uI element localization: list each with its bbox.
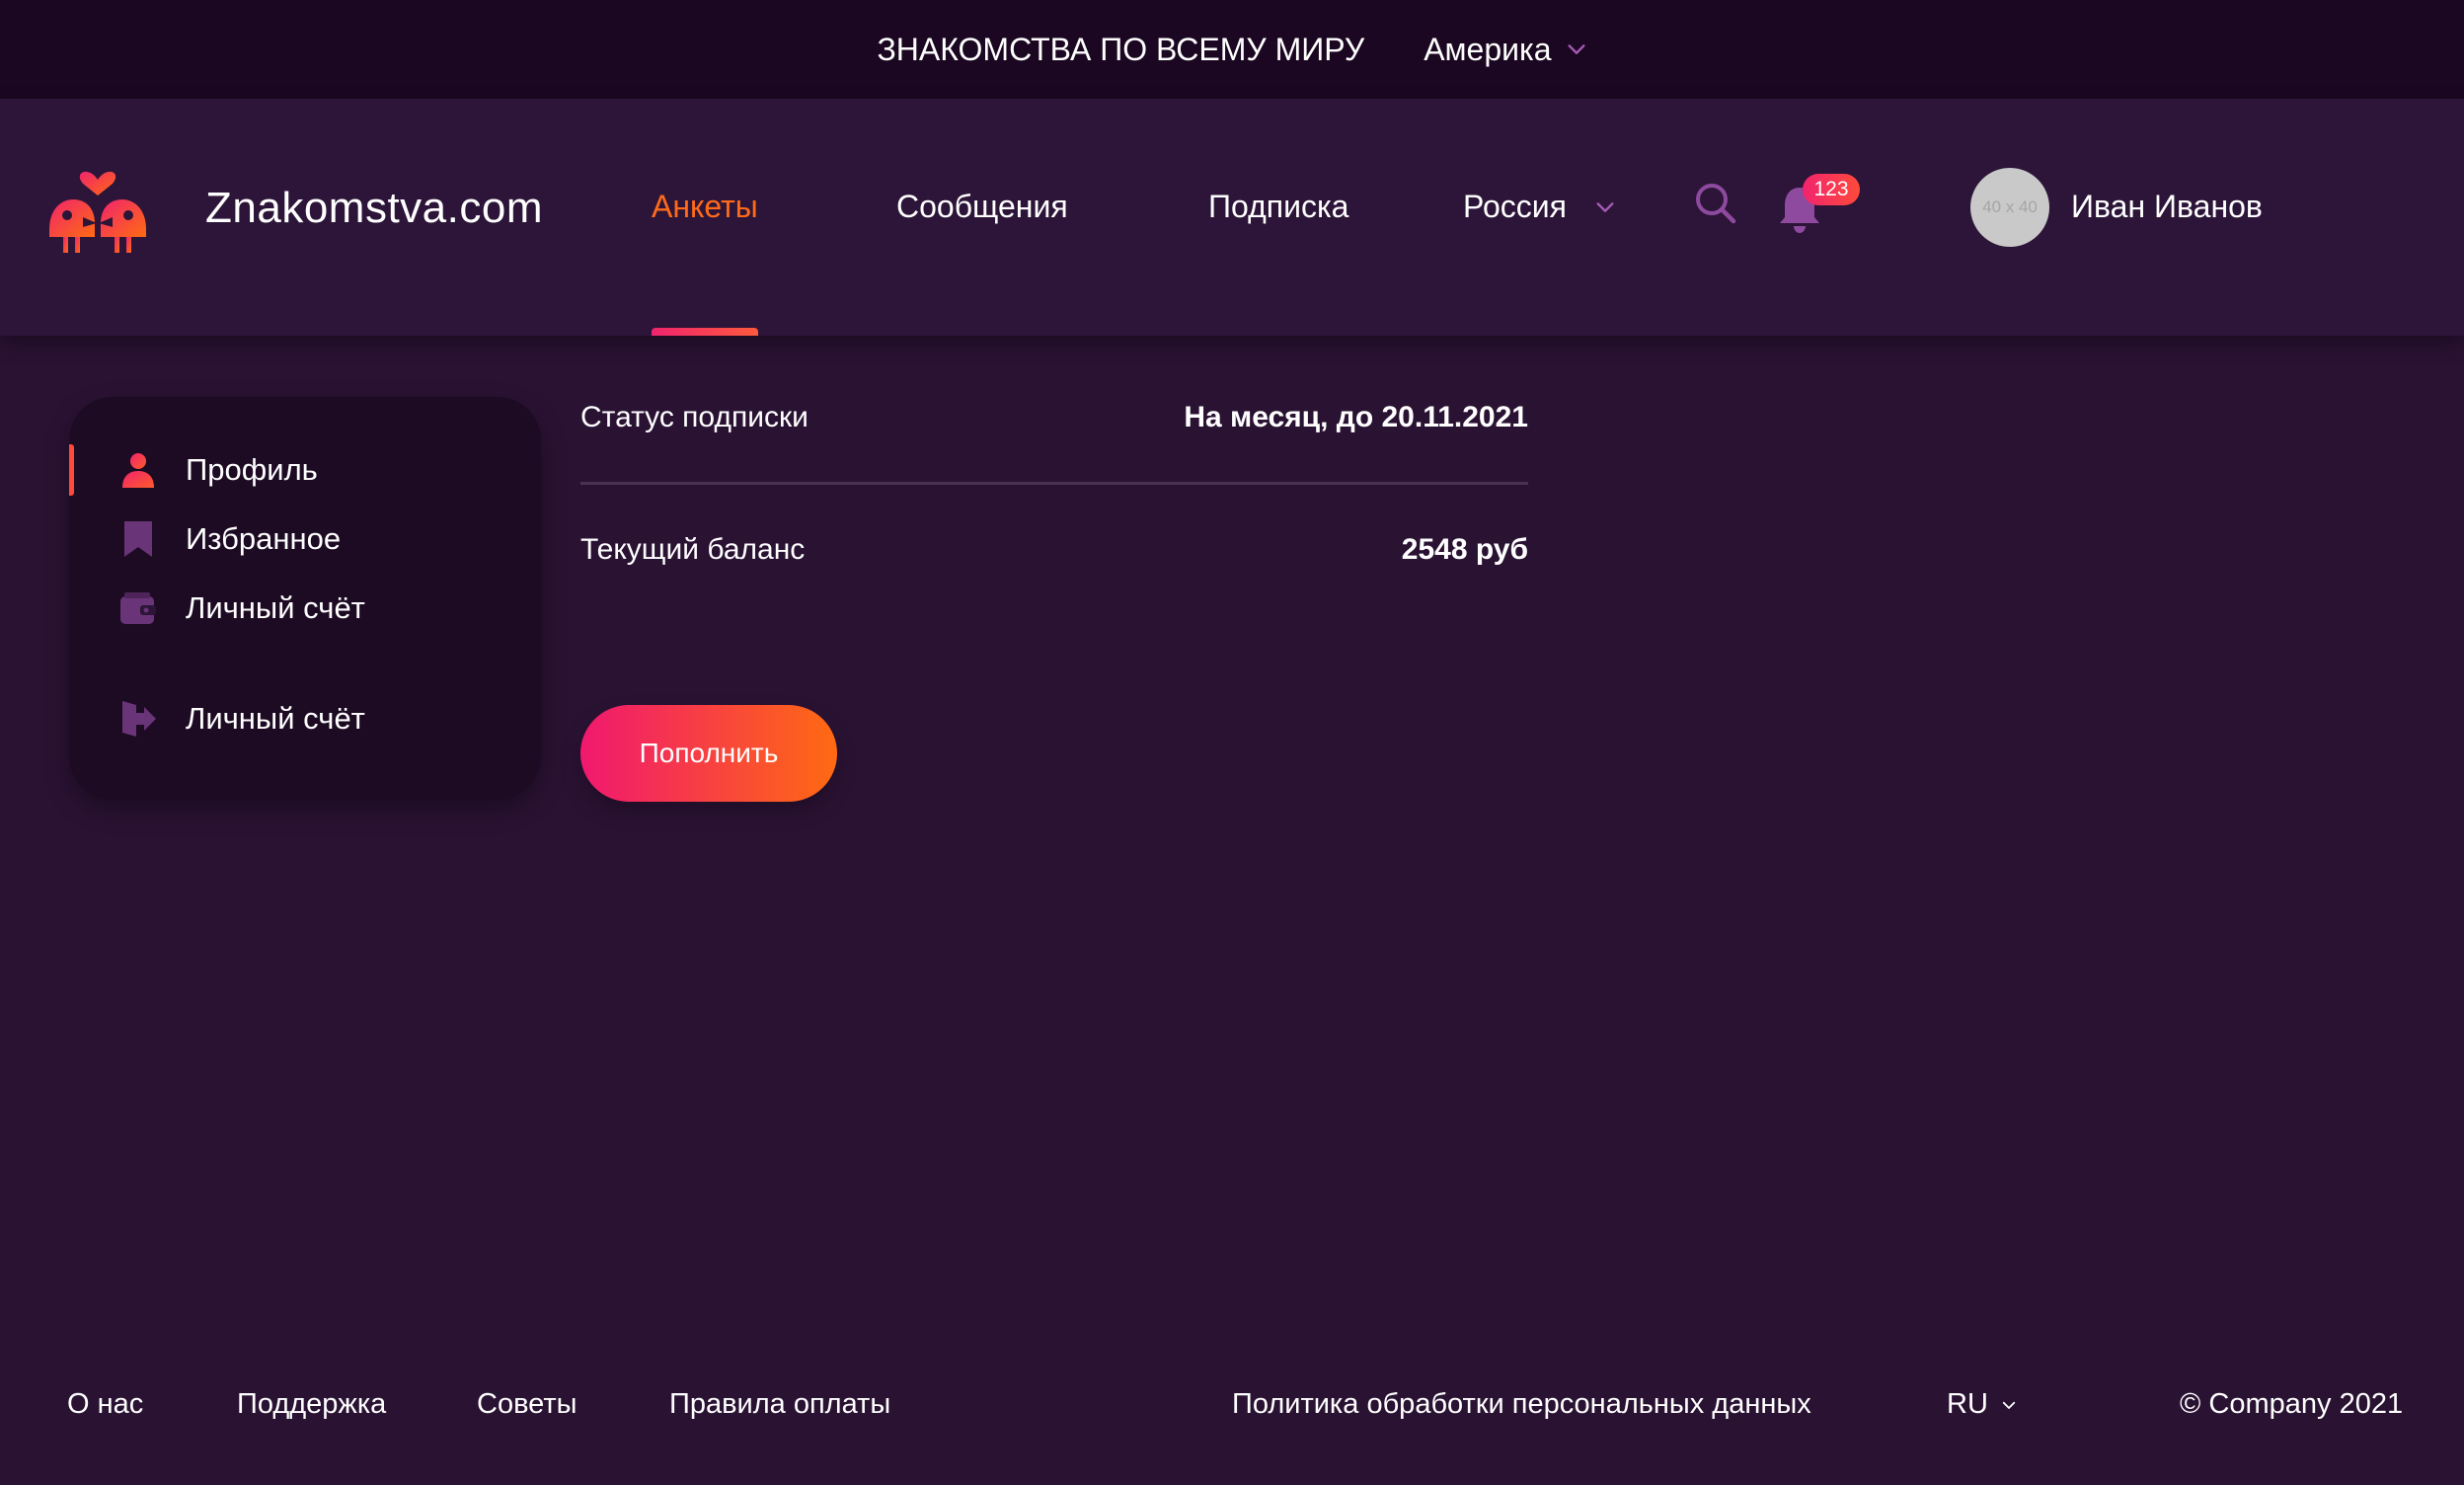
nav-item-subscription[interactable]: Подписка [1208, 189, 1348, 225]
header: Znakomstva.com Анкеты Сообщения Подписка… [0, 99, 2464, 336]
sidebar-item-account[interactable]: Личный счёт [69, 583, 541, 634]
footer-link-tips[interactable]: Советы [477, 1388, 577, 1421]
notifications[interactable]: 123 [1777, 174, 1866, 243]
sidebar-item-logout[interactable]: Личный счёт [69, 693, 541, 744]
nav-item-profiles[interactable]: Анкеты [652, 189, 758, 225]
sidebar-item-favorites[interactable]: Избранное [69, 513, 541, 565]
nav-active-underline [652, 328, 758, 336]
top-strip-title: ЗНАКОМСТВА ПО ВСЕМУ МИРУ [877, 31, 1365, 67]
language-label: RU [1947, 1388, 1988, 1420]
logo-text[interactable]: Znakomstva.com [205, 184, 543, 233]
divider [580, 482, 1528, 485]
balance-label: Текущий баланс [580, 533, 806, 566]
notification-badge: 123 [1803, 174, 1860, 205]
footer-link-about[interactable]: О нас [67, 1388, 143, 1421]
copyright: © Company 2021 [2180, 1388, 2404, 1420]
topup-button[interactable]: Пополнить [580, 705, 837, 802]
chevron-down-icon [1567, 44, 1585, 54]
sidebar-item-label: Профиль [186, 452, 318, 487]
chevron-down-icon [2002, 1401, 2016, 1409]
sidebar-active-marker [69, 444, 74, 496]
footer-link-payment-rules[interactable]: Правила оплаты [669, 1388, 890, 1421]
region-select[interactable]: Америка [1424, 32, 1586, 68]
wallet-icon [120, 592, 156, 624]
top-strip: ЗНАКОМСТВА ПО ВСЕМУ МИРУ Америка [0, 0, 2464, 99]
balance-value: 2548 руб [1401, 533, 1528, 566]
bookmark-icon [124, 521, 152, 557]
search-icon[interactable] [1692, 180, 1739, 227]
footer-link-support[interactable]: Поддержка [237, 1388, 386, 1421]
nav-item-messages[interactable]: Сообщения [896, 189, 1068, 225]
footer-link-privacy-policy[interactable]: Политика обработки персональных данных [1232, 1388, 1811, 1421]
logout-icon [122, 701, 156, 737]
sidebar-item-label: Личный счёт [186, 701, 365, 736]
language-select[interactable]: RU [1947, 1388, 2018, 1421]
sidebar: Профиль Избранное Личный счёт Личный счё… [69, 397, 541, 800]
subscription-status-value: На месяц, до 20.11.2021 [1184, 401, 1528, 433]
sidebar-item-profile[interactable]: Профиль [69, 444, 541, 496]
page: ЗНАКОМСТВА ПО ВСЕМУ МИРУ Америка Znakoms… [0, 0, 2464, 1485]
logo-birds-icon[interactable] [43, 160, 152, 259]
country-label: Россия [1463, 189, 1567, 224]
user-name[interactable]: Иван Иванов [2071, 189, 2263, 225]
user-icon [122, 453, 154, 488]
country-select[interactable]: Россия [1463, 189, 1616, 225]
avatar[interactable]: 40 x 40 [1970, 168, 2049, 247]
region-label: Америка [1424, 31, 1552, 67]
chevron-down-icon [1596, 201, 1614, 212]
subscription-status-label: Статус подписки [580, 401, 808, 433]
sidebar-item-label: Личный счёт [186, 590, 365, 625]
sidebar-item-label: Избранное [186, 521, 342, 556]
